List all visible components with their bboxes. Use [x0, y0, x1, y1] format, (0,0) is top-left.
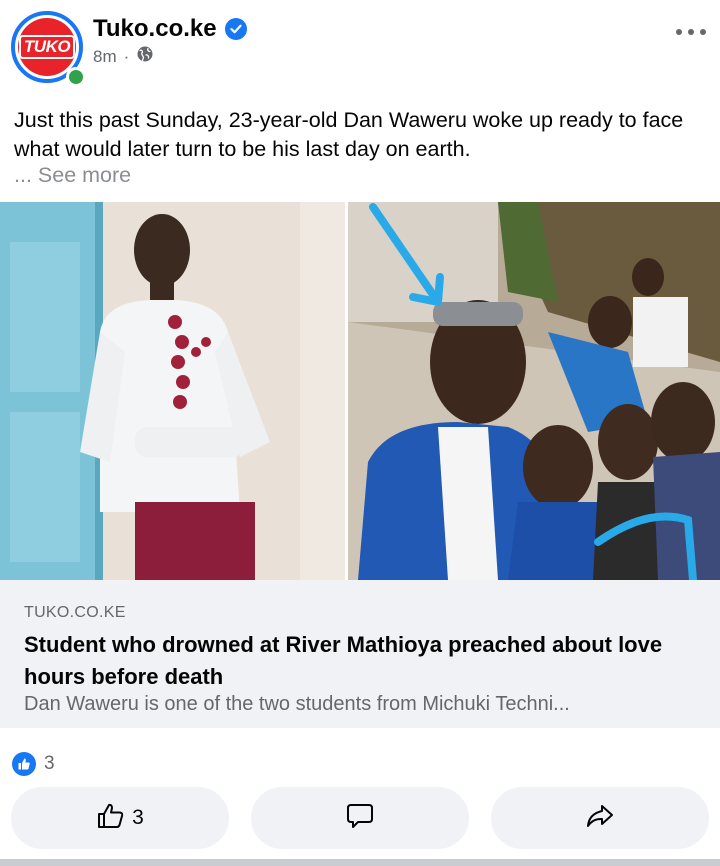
share-icon — [585, 802, 615, 835]
post-meta: 8m · — [93, 45, 154, 68]
link-preview[interactable]: TUKO.CO.KE Student who drowned at River … — [0, 580, 720, 728]
more-options-button[interactable] — [676, 22, 706, 42]
avatar[interactable]: TUKO — [11, 11, 86, 87]
post-time[interactable]: 8m — [93, 47, 117, 67]
photo-left — [0, 202, 345, 580]
page-name-row: Tuko.co.ke — [93, 15, 247, 43]
like-reaction-icon — [12, 752, 36, 776]
reactions-summary[interactable]: 3 — [12, 752, 55, 776]
see-more-link[interactable]: ... See more — [14, 163, 131, 188]
feed-separator — [0, 859, 720, 866]
verified-badge-icon — [224, 18, 247, 40]
more-dot-icon — [700, 29, 706, 35]
action-bar: 3 — [11, 787, 709, 849]
link-description: Dan Waweru is one of the two students fr… — [24, 693, 570, 715]
globe-icon — [136, 45, 154, 68]
like-button[interactable]: 3 — [11, 787, 229, 849]
post-text: Just this past Sunday, 23-year-old Dan W… — [14, 108, 684, 161]
reaction-count: 3 — [44, 753, 55, 774]
online-status-dot — [66, 67, 86, 87]
page-name[interactable]: Tuko.co.ke — [93, 15, 217, 43]
tuko-logo: TUKO — [18, 18, 76, 76]
more-dot-icon — [676, 29, 682, 35]
photo-right — [348, 202, 720, 580]
comment-icon — [346, 802, 374, 835]
comment-button[interactable] — [251, 787, 469, 849]
share-button[interactable] — [491, 787, 709, 849]
logo-text: TUKO — [18, 35, 76, 59]
link-domain: TUKO.CO.KE — [24, 604, 126, 621]
like-count: 3 — [132, 806, 144, 829]
post-header: TUKO Tuko.co.ke 8m · — [0, 0, 720, 95]
meta-separator: · — [123, 46, 130, 66]
post-image[interactable] — [0, 202, 720, 580]
more-dot-icon — [688, 29, 694, 35]
link-title: Student who drowned at River Mathioya pr… — [24, 632, 663, 689]
thumbs-up-icon — [96, 802, 126, 835]
